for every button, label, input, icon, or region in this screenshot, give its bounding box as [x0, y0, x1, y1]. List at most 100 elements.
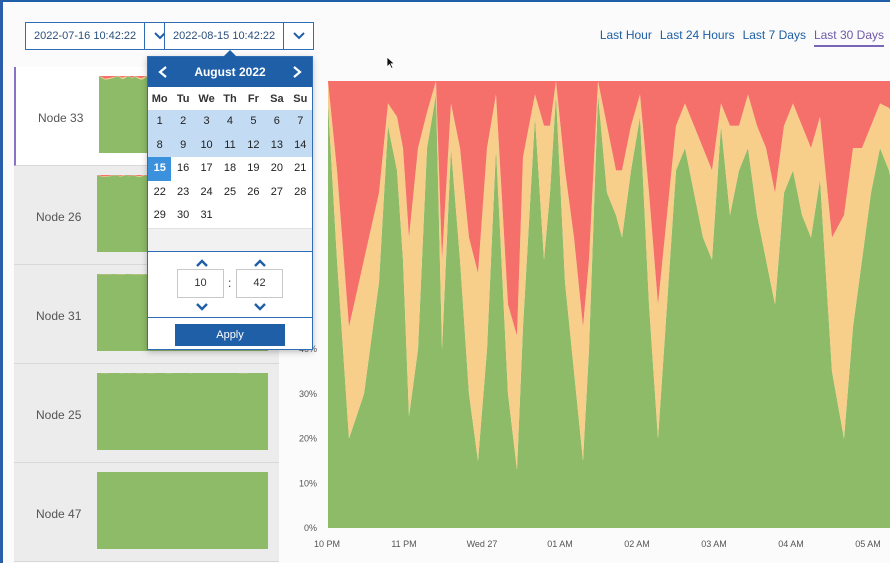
calendar-day[interactable]: 17	[195, 157, 218, 181]
calendar-day[interactable]: 10	[194, 133, 219, 157]
y-tick-label: 30%	[299, 389, 317, 399]
x-tick-label: 03 AM	[701, 539, 727, 549]
calendar-day[interactable]: 28	[289, 181, 312, 205]
thumb-green-area	[97, 373, 268, 450]
weekday-label: Th	[223, 92, 237, 105]
end-date-field[interactable]: 2022-08-15 10:42:22	[164, 22, 315, 50]
left-window-edge	[0, 0, 3, 563]
y-tick-label: 0%	[304, 523, 317, 533]
calendar-day[interactable]: 23	[171, 181, 194, 205]
node-label: Node 26	[36, 210, 82, 224]
calendar-day[interactable]: 5	[241, 110, 266, 134]
minute-up-button[interactable]	[253, 258, 267, 268]
calendar-day[interactable]: 20	[265, 157, 288, 181]
picker-footer: Apply	[148, 316, 312, 350]
start-date-value: 2022-07-16 10:42:22	[34, 30, 137, 42]
thumb-green-area	[97, 472, 268, 549]
popup-caret	[223, 50, 237, 57]
minute-down-button[interactable]	[253, 302, 267, 312]
mouse-cursor-icon	[386, 56, 396, 70]
chevron-down-icon	[292, 32, 305, 40]
calendar-day[interactable]: 29	[148, 204, 171, 228]
minute-input[interactable]: 42	[236, 268, 283, 298]
weekday-label: We	[198, 92, 215, 105]
date-picker-popup: August 2022 Mo Tu We Th Fr Sa Su 1 2 3 4 5 6 7 8 9 10 11…	[147, 50, 313, 350]
chevron-right-icon	[293, 66, 302, 78]
calendar-day[interactable]: 4	[218, 110, 242, 134]
thumbnail-chart	[97, 472, 268, 549]
calendar-day[interactable]: 21	[289, 157, 312, 181]
weekday-label: Mo	[151, 92, 168, 105]
day-grid: 1 2 3 4 5 6 7 8 9 10 11 12 13 14 15 16 17 18 19 20 21 22 23 24 2…	[148, 110, 312, 228]
stacked-area-chart: 0%10%20%30%40%10 PM11 PMWed 2701 AM02 AM…	[299, 81, 890, 549]
node-label: Node 31	[36, 309, 82, 323]
node-item[interactable]: Node 47	[14, 463, 279, 562]
time-selector: 10 : 42	[148, 250, 312, 317]
range-tab-last-7-days[interactable]: Last 7 Days	[743, 28, 806, 47]
x-tick-label: 02 AM	[624, 539, 650, 549]
node-label: Node 47	[36, 507, 82, 521]
calendar-day[interactable]: 25	[218, 181, 241, 205]
calendar-day[interactable]: 13	[265, 133, 289, 157]
range-tab-last-24-hours[interactable]: Last 24 Hours	[660, 28, 735, 47]
node-thumbnail	[97, 373, 268, 450]
x-tick-label: 10 PM	[314, 539, 340, 549]
calendar-day[interactable]: 26	[242, 181, 265, 205]
range-tab-last-30-days[interactable]: Last 30 Days	[813, 28, 884, 47]
calendar-filler	[148, 227, 312, 251]
calendar-day[interactable]: 2	[171, 110, 195, 134]
calendar-day[interactable]: 11	[218, 133, 242, 157]
start-date-field[interactable]: 2022-07-16 10:42:22	[25, 22, 176, 50]
chevron-left-icon	[158, 66, 167, 78]
weekday-header: Mo Tu We Th Fr Sa Su	[148, 87, 312, 110]
calendar-day[interactable]: 7	[288, 110, 312, 134]
hour-up-button[interactable]	[195, 258, 209, 268]
calendar-day[interactable]: 1	[148, 110, 172, 134]
node-item[interactable]: Node 25	[14, 364, 279, 463]
weekday-label: Su	[293, 92, 308, 105]
calendar-header: August 2022	[148, 57, 312, 87]
next-month-button[interactable]	[290, 65, 304, 79]
calendar-day[interactable]: 6	[265, 110, 289, 134]
calendar-day[interactable]: 27	[265, 181, 288, 205]
range-tab-last-hour[interactable]: Last Hour	[600, 28, 652, 47]
calendar-day[interactable]: 19	[242, 157, 265, 181]
main-chart: 0%10%20%30%40%10 PM11 PMWed 2701 AM02 AM…	[290, 68, 890, 563]
apply-button[interactable]: Apply	[175, 323, 285, 346]
end-date-dropdown-button[interactable]	[283, 23, 313, 49]
weekday-label: Sa	[270, 92, 284, 105]
thumbnail-chart	[97, 373, 268, 450]
calendar-day[interactable]: 16	[171, 157, 194, 181]
top-border	[0, 0, 890, 2]
time-range-tabs: Last Hour Last 24 Hours Last 7 Days Last 30…	[600, 28, 884, 47]
x-tick-label: 05 AM	[855, 539, 881, 549]
weekday-label: Fr	[247, 92, 259, 105]
weekday-label: Tu	[176, 92, 190, 105]
calendar-day[interactable]: 12	[241, 133, 266, 157]
hour-down-button[interactable]	[195, 302, 209, 312]
node-label: Node 25	[36, 408, 82, 422]
calendar-day-selected[interactable]: 15	[148, 157, 172, 181]
calendar-day[interactable]: 30	[171, 204, 194, 228]
hour-input[interactable]: 10	[177, 268, 224, 298]
calendar-day[interactable]: 9	[171, 133, 195, 157]
calendar-day[interactable]: 31	[195, 204, 218, 228]
calendar-day[interactable]: 24	[195, 181, 218, 205]
end-date-value: 2022-08-15 10:42:22	[173, 30, 276, 42]
x-tick-label: Wed 27	[467, 539, 498, 549]
calendar-day[interactable]: 8	[148, 133, 172, 157]
calendar-day[interactable]: 14	[288, 133, 312, 157]
node-thumbnail	[97, 472, 268, 549]
y-tick-label: 20%	[299, 434, 317, 444]
time-colon: :	[228, 275, 232, 290]
y-tick-label: 10%	[299, 478, 317, 488]
prev-month-button[interactable]	[156, 65, 170, 79]
x-tick-label: 01 AM	[547, 539, 573, 549]
calendar-day[interactable]: 3	[194, 110, 219, 134]
x-tick-label: 11 PM	[391, 539, 416, 549]
calendar-day[interactable]: 18	[218, 157, 241, 181]
x-tick-label: 04 AM	[778, 539, 804, 549]
calendar-day[interactable]: 22	[148, 181, 171, 205]
month-label: August 2022	[194, 65, 266, 79]
node-label: Node 33	[38, 111, 84, 125]
